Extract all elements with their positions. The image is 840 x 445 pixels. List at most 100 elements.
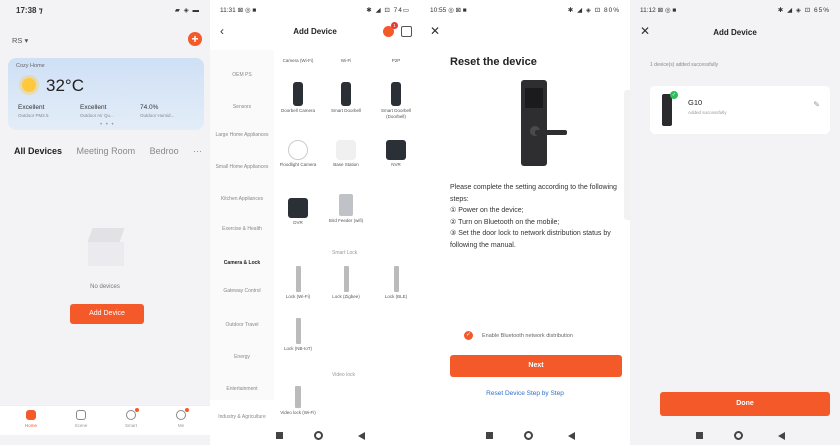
category-item[interactable]: Industry & Agriculture	[214, 414, 270, 421]
nbiot-lock-icon	[295, 318, 301, 344]
doorbell-icon	[391, 82, 401, 106]
device-tile[interactable]: Bird Feeder (wifi)	[324, 194, 368, 224]
device-tile[interactable]: P2P	[374, 58, 418, 64]
category-item[interactable]: Entertainment	[214, 386, 270, 393]
tab-home-label: Home	[24, 423, 37, 428]
air-quality-label: Outdoor Air Qu...	[80, 113, 114, 118]
category-item[interactable]: Small Home Appliances	[214, 164, 270, 171]
tab-bedroom[interactable]: Bedroo	[150, 146, 179, 156]
tab-home[interactable]: Home	[16, 410, 46, 428]
status-icons: ✱ ◢ ⊡ 74▭	[366, 7, 410, 14]
status-icons: ✱ ◢ ◈ ⊡ 80%	[567, 7, 620, 14]
tab-smart-label: Smart	[124, 423, 137, 428]
tab-smart[interactable]: Smart	[116, 408, 146, 428]
weather-card[interactable]: Cozy Home 32°C Excellent Outdoor PM2.5 E…	[8, 58, 204, 130]
bluetooth-checkbox[interactable]: ✓	[464, 331, 473, 340]
me-badge	[185, 408, 189, 412]
tab-me-label: Me	[177, 423, 185, 428]
status-time: 17:38 ⁊	[16, 6, 43, 15]
category-item[interactable]: Energy	[214, 354, 270, 361]
category-item[interactable]: Gateway Control	[214, 288, 270, 295]
device-tile[interactable]: Lock (BLE)	[374, 266, 418, 300]
add-plus-button[interactable]: +	[188, 32, 202, 46]
category-item[interactable]: OEM PS	[214, 72, 270, 79]
check-icon: ✓	[670, 91, 678, 99]
home-icon	[26, 410, 36, 420]
device-label: Smart Doorbell	[330, 108, 361, 113]
scene-icon	[76, 410, 86, 420]
wifi-lock-icon	[295, 266, 301, 292]
recents-icon[interactable]	[486, 432, 493, 439]
category-item[interactable]: Large Home Appliances	[214, 132, 270, 139]
video-lock-icon	[295, 386, 301, 408]
device-tile[interactable]: Smart Doorbell (Doorbell)	[374, 82, 418, 119]
tab-scene[interactable]: Scene	[66, 410, 96, 428]
device-label: Doorbell Camera	[280, 108, 315, 113]
recents-icon[interactable]	[696, 432, 703, 439]
device-tile[interactable]: NVR	[374, 140, 418, 168]
device-status: Added successfully	[688, 110, 727, 115]
page-title: Reset the device	[450, 56, 537, 68]
device-tile[interactable]: Floodlight Camera	[276, 140, 320, 168]
home-name: Cozy Home	[16, 63, 45, 69]
back-nav-icon[interactable]	[568, 432, 575, 440]
device-tile[interactable]: Lock (Zigbee)	[324, 266, 368, 300]
home-selector[interactable]: RS ▾	[12, 36, 28, 45]
instruction-intro: Please complete the setting according to…	[450, 184, 617, 203]
status-bar: 11:12 ⊠ ◎ ■ ✱ ◢ ◈ ⊡ 65%	[640, 6, 830, 18]
group-label-video-lock: Video lock	[332, 372, 355, 378]
category-item[interactable]: Sensors	[214, 104, 270, 111]
instruction-step-2: ② Turn on Bluetooth on the mobile;	[450, 218, 560, 226]
status-icons: ✱ ◢ ◈ ⊡ 65%	[777, 7, 830, 14]
device-tile[interactable]: Video lock (Wi-Fi)	[276, 386, 320, 416]
category-item[interactable]: Exercise & Health	[214, 226, 270, 233]
edit-icon[interactable]: ✎	[813, 100, 820, 109]
page-title: Add Device	[713, 28, 757, 37]
category-item[interactable]: Outdoor Travel	[214, 322, 270, 329]
added-device-card[interactable]: ✓ G10 Added successfully ✎	[650, 86, 830, 134]
back-nav-icon[interactable]	[778, 432, 785, 440]
qr-scan-icon[interactable]	[401, 26, 412, 37]
status-bar: 17:38 ⁊ ▰ ◈ ▬	[10, 6, 200, 18]
device-tile[interactable]: Base Station	[324, 140, 368, 168]
carousel-dots: • • •	[100, 122, 115, 128]
tab-me[interactable]: Me	[166, 408, 196, 428]
tab-meeting-room[interactable]: Meeting Room	[77, 146, 136, 156]
device-tile[interactable]: Lock (NB-IoT)	[276, 318, 320, 352]
device-label: Video lock (Wi-Fi)	[280, 410, 316, 415]
instruction-step-1: ① Power on the device;	[450, 207, 524, 215]
add-device-screen: 11:31 ⊠ ◎ ■ ✱ ◢ ⊡ 74▭ ‹ Add Device 1 OEM…	[210, 0, 420, 445]
home-button-icon[interactable]	[734, 431, 743, 440]
humidity-label: Outdoor Humid...	[140, 113, 175, 118]
lock-thumbnail	[662, 94, 672, 126]
device-tile[interactable]: Camera (Wi-Fi)	[276, 58, 320, 64]
device-tile[interactable]: Wi-Fi	[324, 58, 368, 64]
close-icon[interactable]: ✕	[430, 24, 440, 38]
category-item-selected[interactable]: Camera & Lock	[214, 260, 270, 267]
more-tabs-icon[interactable]: ···	[193, 146, 202, 156]
device-tile[interactable]: Doorbell Camera	[276, 82, 320, 114]
device-tile[interactable]: DVR	[276, 198, 320, 226]
device-tile[interactable]: Smart Doorbell	[324, 82, 368, 114]
device-label: DVR	[293, 220, 303, 225]
device-label: Wi-Fi	[340, 58, 352, 63]
tab-all-devices[interactable]: All Devices	[14, 146, 62, 156]
home-button-icon[interactable]	[524, 431, 533, 440]
add-device-button[interactable]: Add Device	[70, 304, 144, 324]
doorbell-camera-icon	[293, 82, 303, 106]
home-button-icon[interactable]	[314, 431, 323, 440]
reset-guide-link[interactable]: Reset Device Step by Step	[420, 390, 630, 397]
back-nav-icon[interactable]	[358, 432, 365, 440]
base-station-icon	[336, 140, 356, 160]
next-button[interactable]: Next	[450, 355, 622, 377]
device-tile[interactable]: Lock (Wi-Fi)	[276, 266, 320, 300]
door-lock-image	[521, 80, 567, 166]
device-label: Lock (Zigbee)	[332, 294, 360, 299]
device-label: Lock (NB-IoT)	[283, 346, 312, 351]
device-label: Smart Doorbell (Doorbell)	[380, 108, 411, 119]
empty-box-icon	[82, 228, 130, 268]
recents-icon[interactable]	[276, 432, 283, 439]
done-button[interactable]: Done	[660, 392, 830, 416]
device-name: G10	[688, 98, 703, 107]
category-item[interactable]: Kitchen Appliances	[214, 196, 270, 203]
